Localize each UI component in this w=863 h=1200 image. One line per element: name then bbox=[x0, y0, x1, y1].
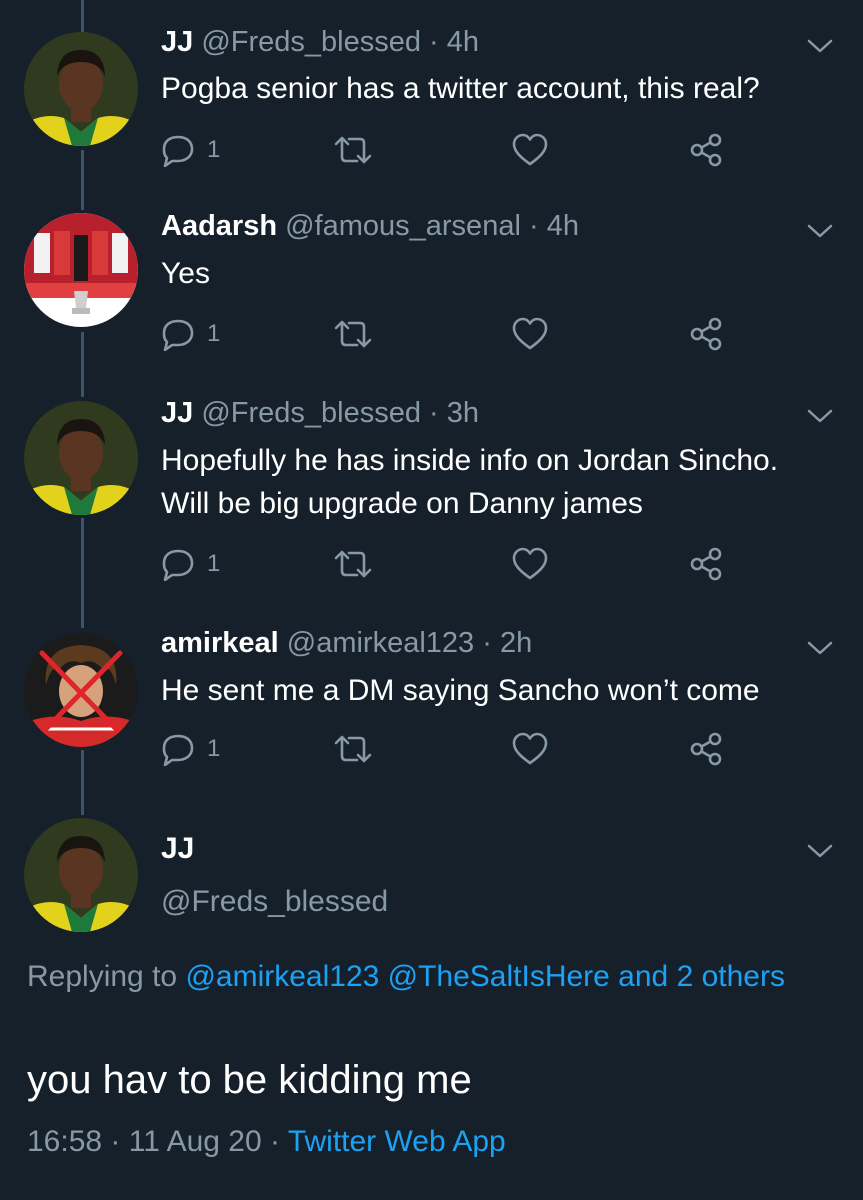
retweet-icon bbox=[333, 732, 373, 766]
reply-count: 1 bbox=[207, 735, 221, 762]
user-handle[interactable]: @amirkeal123 bbox=[287, 627, 474, 659]
retweet-icon bbox=[333, 317, 373, 351]
like-button[interactable] bbox=[512, 317, 548, 351]
thread-line bbox=[81, 332, 84, 397]
replying-to: Replying to @amirkeal123 @TheSaltIsHere … bbox=[27, 955, 827, 999]
share-button[interactable] bbox=[689, 317, 723, 351]
chevron-down-icon[interactable] bbox=[805, 638, 835, 658]
thread-line bbox=[81, 518, 84, 628]
timestamp[interactable]: 3h bbox=[447, 397, 479, 429]
tweet-time[interactable]: 16:58 bbox=[27, 1125, 102, 1158]
display-name[interactable]: JJ bbox=[161, 397, 193, 429]
tweet-header: JJ @Freds_blessed · 3h bbox=[161, 397, 479, 430]
reply-count: 1 bbox=[207, 320, 221, 347]
display-name[interactable]: JJ bbox=[161, 26, 193, 58]
share-button[interactable] bbox=[689, 732, 723, 766]
thread-line bbox=[81, 150, 84, 210]
separator: · bbox=[482, 627, 492, 659]
like-icon bbox=[512, 547, 548, 581]
display-name[interactable]: JJ bbox=[161, 832, 194, 866]
avatar[interactable] bbox=[24, 633, 138, 747]
retweet-button[interactable] bbox=[333, 133, 373, 167]
tweet-actions: 1 bbox=[161, 547, 731, 587]
tweet-actions: 1 bbox=[161, 317, 731, 357]
tweet-text: Yes bbox=[161, 257, 210, 290]
retweet-icon bbox=[333, 547, 373, 581]
reply-icon bbox=[161, 732, 195, 766]
separator: · bbox=[528, 210, 539, 242]
tweet-header: amirkeal @amirkeal123 · 2h bbox=[161, 627, 532, 660]
reply-icon bbox=[161, 547, 195, 581]
like-button[interactable] bbox=[512, 547, 548, 581]
reply-button[interactable]: 1 bbox=[161, 732, 220, 766]
tweet-date[interactable]: 11 Aug 20 bbox=[129, 1125, 262, 1158]
share-button[interactable] bbox=[689, 133, 723, 167]
reply-icon bbox=[161, 133, 195, 167]
user-handle[interactable]: @Freds_blessed bbox=[161, 885, 388, 919]
tweet-text: you hav to be kidding me bbox=[27, 1058, 472, 1102]
avatar[interactable] bbox=[24, 32, 138, 146]
user-handle[interactable]: @Freds_blessed bbox=[201, 26, 421, 58]
share-icon bbox=[689, 732, 723, 766]
timestamp[interactable]: 4h bbox=[447, 26, 479, 58]
reply-button[interactable]: 1 bbox=[161, 133, 220, 167]
reply-button[interactable]: 1 bbox=[161, 317, 220, 351]
avatar[interactable] bbox=[24, 401, 138, 515]
share-button[interactable] bbox=[689, 547, 723, 581]
tweet-meta: 16:58 · 11 Aug 20 · Twitter Web App bbox=[27, 1125, 506, 1159]
chevron-down-icon[interactable] bbox=[805, 841, 835, 861]
retweet-button[interactable] bbox=[333, 732, 373, 766]
tweet-header: JJ @Freds_blessed · 4h bbox=[161, 26, 479, 59]
timestamp[interactable]: 4h bbox=[547, 210, 579, 242]
like-icon bbox=[512, 732, 548, 766]
retweet-icon bbox=[333, 133, 373, 167]
retweet-button[interactable] bbox=[333, 547, 373, 581]
thread-line bbox=[81, 0, 84, 35]
tweet-actions: 1 bbox=[161, 133, 731, 173]
user-handle[interactable]: @famous_arsenal bbox=[285, 210, 521, 242]
timestamp[interactable]: 2h bbox=[500, 627, 532, 659]
tweet-text: He sent me a DM saying Sancho won’t come bbox=[161, 674, 760, 707]
thread-line bbox=[81, 750, 84, 815]
display-name[interactable]: Aadarsh bbox=[161, 210, 277, 242]
chevron-down-icon[interactable] bbox=[805, 406, 835, 426]
separator: · bbox=[429, 397, 439, 429]
tweet-text: Pogba senior has a twitter account, this… bbox=[161, 72, 760, 105]
replying-prefix: Replying to bbox=[27, 960, 178, 993]
retweet-button[interactable] bbox=[333, 317, 373, 351]
reply-count: 1 bbox=[207, 550, 221, 577]
tweet-header: Aadarsh @famous_arsenal · 4h bbox=[161, 210, 579, 243]
reply-count: 1 bbox=[207, 136, 221, 163]
avatar[interactable] bbox=[24, 818, 138, 932]
chevron-down-icon[interactable] bbox=[805, 221, 835, 241]
chevron-down-icon[interactable] bbox=[805, 36, 835, 56]
reply-button[interactable]: 1 bbox=[161, 547, 220, 581]
reply-icon bbox=[161, 317, 195, 351]
replying-to-links[interactable]: @amirkeal123 @TheSaltIsHere and 2 others bbox=[185, 960, 785, 993]
like-button[interactable] bbox=[512, 133, 548, 167]
like-icon bbox=[512, 133, 548, 167]
share-icon bbox=[689, 133, 723, 167]
share-icon bbox=[689, 547, 723, 581]
tweet-text: Hopefully he has inside info on Jordan S… bbox=[161, 444, 779, 520]
separator: · bbox=[110, 1125, 121, 1158]
separator: · bbox=[270, 1125, 281, 1158]
avatar[interactable] bbox=[24, 213, 138, 327]
tweet-source[interactable]: Twitter Web App bbox=[288, 1125, 506, 1158]
share-icon bbox=[689, 317, 723, 351]
user-handle[interactable]: @Freds_blessed bbox=[201, 397, 421, 429]
display-name[interactable]: amirkeal bbox=[161, 627, 279, 659]
separator: · bbox=[429, 26, 439, 58]
like-icon bbox=[512, 317, 548, 351]
like-button[interactable] bbox=[512, 732, 548, 766]
tweet-actions: 1 bbox=[161, 732, 731, 772]
